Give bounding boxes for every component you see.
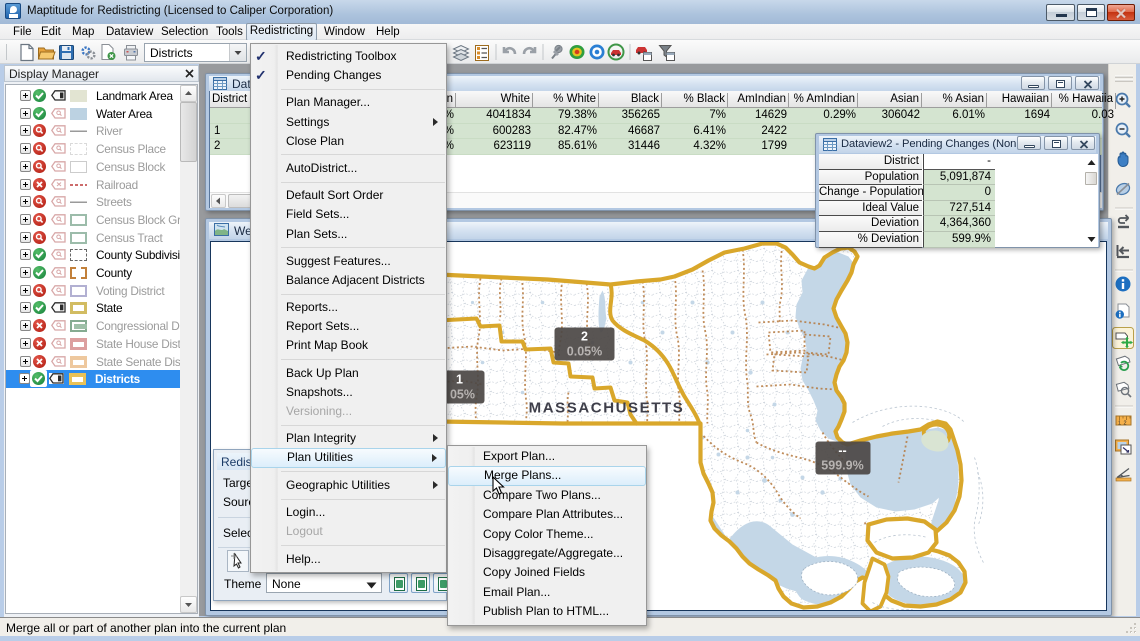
svg-text:2: 2 (1124, 421, 1127, 427)
svg-text:MASSACHUSETTS: MASSACHUSETTS (529, 400, 685, 417)
svg-text:05%: 05% (450, 388, 475, 402)
svg-text:1: 1 (1118, 421, 1121, 427)
svg-text:599.9%: 599.9% (821, 459, 863, 473)
svg-text:--: -- (838, 444, 846, 458)
svg-text:0.05%: 0.05% (567, 345, 602, 359)
svg-text:2: 2 (581, 330, 588, 344)
svg-text:1: 1 (456, 373, 463, 387)
